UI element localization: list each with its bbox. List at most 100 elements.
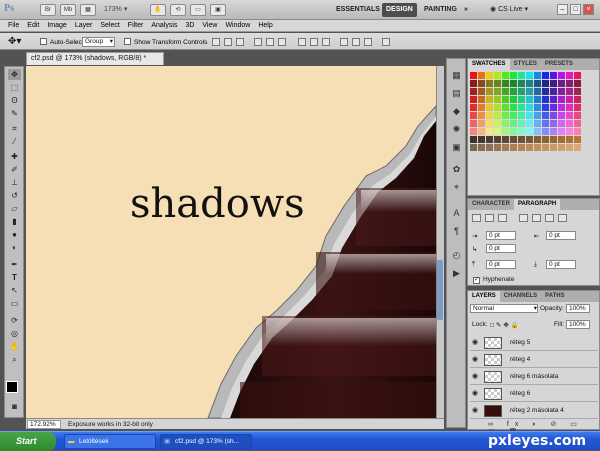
swatch-cell[interactable] xyxy=(550,96,557,103)
swatch-cell[interactable] xyxy=(518,144,525,151)
swatch-cell[interactable] xyxy=(534,72,541,79)
swatch-cell[interactable] xyxy=(526,136,533,143)
canvas-vertical-scrollbar[interactable] xyxy=(436,66,444,418)
align-vcenter-icon[interactable] xyxy=(224,38,232,46)
visibility-eye-icon[interactable]: ◉ xyxy=(472,390,480,398)
swatch-cell[interactable] xyxy=(518,80,525,87)
start-button[interactable]: Start xyxy=(0,432,56,451)
hand-icon[interactable]: ✋ xyxy=(150,4,166,16)
menu-analysis[interactable]: Analysis xyxy=(147,20,181,31)
swatch-cell[interactable] xyxy=(550,128,557,135)
swatch-cell[interactable] xyxy=(566,72,573,79)
eyedropper-tool-icon[interactable]: ⁄ xyxy=(8,136,21,147)
swatch-cell[interactable] xyxy=(502,88,509,95)
swatch-cell[interactable] xyxy=(494,80,501,87)
swatch-cell[interactable] xyxy=(550,112,557,119)
align-left-icon[interactable] xyxy=(254,38,262,46)
document-tab[interactable]: cf2.psd @ 173% (shadows, RGB/8) * xyxy=(26,52,164,65)
swatch-cell[interactable] xyxy=(526,104,533,111)
masks-panel-icon[interactable]: ▣ xyxy=(450,141,463,154)
swatch-cell[interactable] xyxy=(478,96,485,103)
swatch-cell[interactable] xyxy=(518,104,525,111)
swatch-cell[interactable] xyxy=(502,120,509,127)
quick-mask-icon[interactable]: ◙ xyxy=(8,401,21,412)
lasso-tool-icon[interactable]: ʘ xyxy=(8,95,21,106)
swatch-cell[interactable] xyxy=(494,96,501,103)
swatch-cell[interactable] xyxy=(486,72,493,79)
rotate-view-icon[interactable]: ⟲ xyxy=(170,4,186,16)
auto-align-icon[interactable] xyxy=(382,38,390,46)
minimize-button[interactable]: – xyxy=(557,4,568,15)
auto-select-checkbox[interactable] xyxy=(40,38,47,47)
swatch-cell[interactable] xyxy=(574,128,581,135)
swatch-cell[interactable] xyxy=(510,112,517,119)
swatch-cell[interactable] xyxy=(502,104,509,111)
blur-tool-icon[interactable]: ● xyxy=(8,229,21,240)
swatch-cell[interactable] xyxy=(510,72,517,79)
swatch-cell[interactable] xyxy=(574,88,581,95)
foreground-color-swatch[interactable] xyxy=(6,381,18,393)
swatch-cell[interactable] xyxy=(542,72,549,79)
swatch-cell[interactable] xyxy=(542,144,549,151)
swatch-cell[interactable] xyxy=(574,112,581,119)
swatch-cell[interactable] xyxy=(518,120,525,127)
swatch-cell[interactable] xyxy=(510,104,517,111)
tab-paths[interactable]: PATHS xyxy=(541,291,568,302)
move-tool-preset-icon[interactable]: ✥▾ xyxy=(8,36,21,47)
swatch-cell[interactable] xyxy=(486,112,493,119)
swatch-cell[interactable] xyxy=(558,88,565,95)
3d-rotate-icon[interactable]: ⟳ xyxy=(8,315,21,326)
distribute-bottom-icon[interactable] xyxy=(322,38,330,46)
swatch-cell[interactable] xyxy=(550,136,557,143)
workspace-painting[interactable]: PAINTING xyxy=(420,3,461,17)
swatch-cell[interactable] xyxy=(478,80,485,87)
clone-source-icon[interactable]: ⌖ xyxy=(450,181,463,194)
swatch-cell[interactable] xyxy=(526,112,533,119)
swatch-cell[interactable] xyxy=(534,104,541,111)
swatch-cell[interactable] xyxy=(558,72,565,79)
swatch-cell[interactable] xyxy=(550,104,557,111)
swatch-cell[interactable] xyxy=(502,144,509,151)
distribute-left-icon[interactable] xyxy=(340,38,348,46)
swatch-cell[interactable] xyxy=(558,80,565,87)
tab-styles[interactable]: STYLES xyxy=(510,59,541,70)
align-text-left-icon[interactable] xyxy=(472,214,481,222)
swatch-cell[interactable] xyxy=(518,128,525,135)
distribute-right-icon[interactable] xyxy=(364,38,372,46)
tab-swatches[interactable]: SWATCHES xyxy=(468,59,510,70)
swatch-cell[interactable] xyxy=(478,144,485,151)
swatch-cell[interactable] xyxy=(566,128,573,135)
mini-bridge-button[interactable]: Mb xyxy=(60,4,76,16)
swatch-cell[interactable] xyxy=(494,136,501,143)
opacity-field[interactable]: 100% xyxy=(566,304,590,313)
distribute-vcenter-icon[interactable] xyxy=(310,38,318,46)
swatch-cell[interactable] xyxy=(470,136,477,143)
document-close-icon[interactable]: × xyxy=(168,53,178,60)
swatch-cell[interactable] xyxy=(510,136,517,143)
swatch-cell[interactable] xyxy=(494,104,501,111)
swatch-cell[interactable] xyxy=(574,72,581,79)
swatch-cell[interactable] xyxy=(534,136,541,143)
swatch-cell[interactable] xyxy=(566,112,573,119)
swatch-cell[interactable] xyxy=(502,112,509,119)
swatch-cell[interactable] xyxy=(486,96,493,103)
swatch-cell[interactable] xyxy=(534,128,541,135)
swatch-cell[interactable] xyxy=(550,144,557,151)
indent-right-field[interactable]: 0 pt xyxy=(546,231,576,240)
close-window-button[interactable]: × xyxy=(583,4,594,15)
layer-row-2[interactable]: ◉ réteg 6 másolata xyxy=(470,369,598,385)
type-tool-icon[interactable]: T xyxy=(8,272,21,283)
healing-brush-icon[interactable]: ✚ xyxy=(8,151,21,162)
distribute-hcenter-icon[interactable] xyxy=(352,38,360,46)
swatch-grid[interactable] xyxy=(470,72,588,152)
menu-image[interactable]: Image xyxy=(43,20,70,31)
swatch-cell[interactable] xyxy=(502,80,509,87)
taskbar-item-photoshop[interactable]: ▣ cf2.psd @ 173% (sh... xyxy=(160,434,252,449)
swatch-cell[interactable] xyxy=(558,136,565,143)
show-transform-checkbox[interactable] xyxy=(124,38,131,47)
swatch-cell[interactable] xyxy=(494,120,501,127)
swatch-cell[interactable] xyxy=(510,120,517,127)
indent-left-field[interactable]: 0 pt xyxy=(486,231,516,240)
blend-mode-dropdown[interactable]: Normal ▾ xyxy=(470,304,538,313)
distribute-top-icon[interactable] xyxy=(298,38,306,46)
